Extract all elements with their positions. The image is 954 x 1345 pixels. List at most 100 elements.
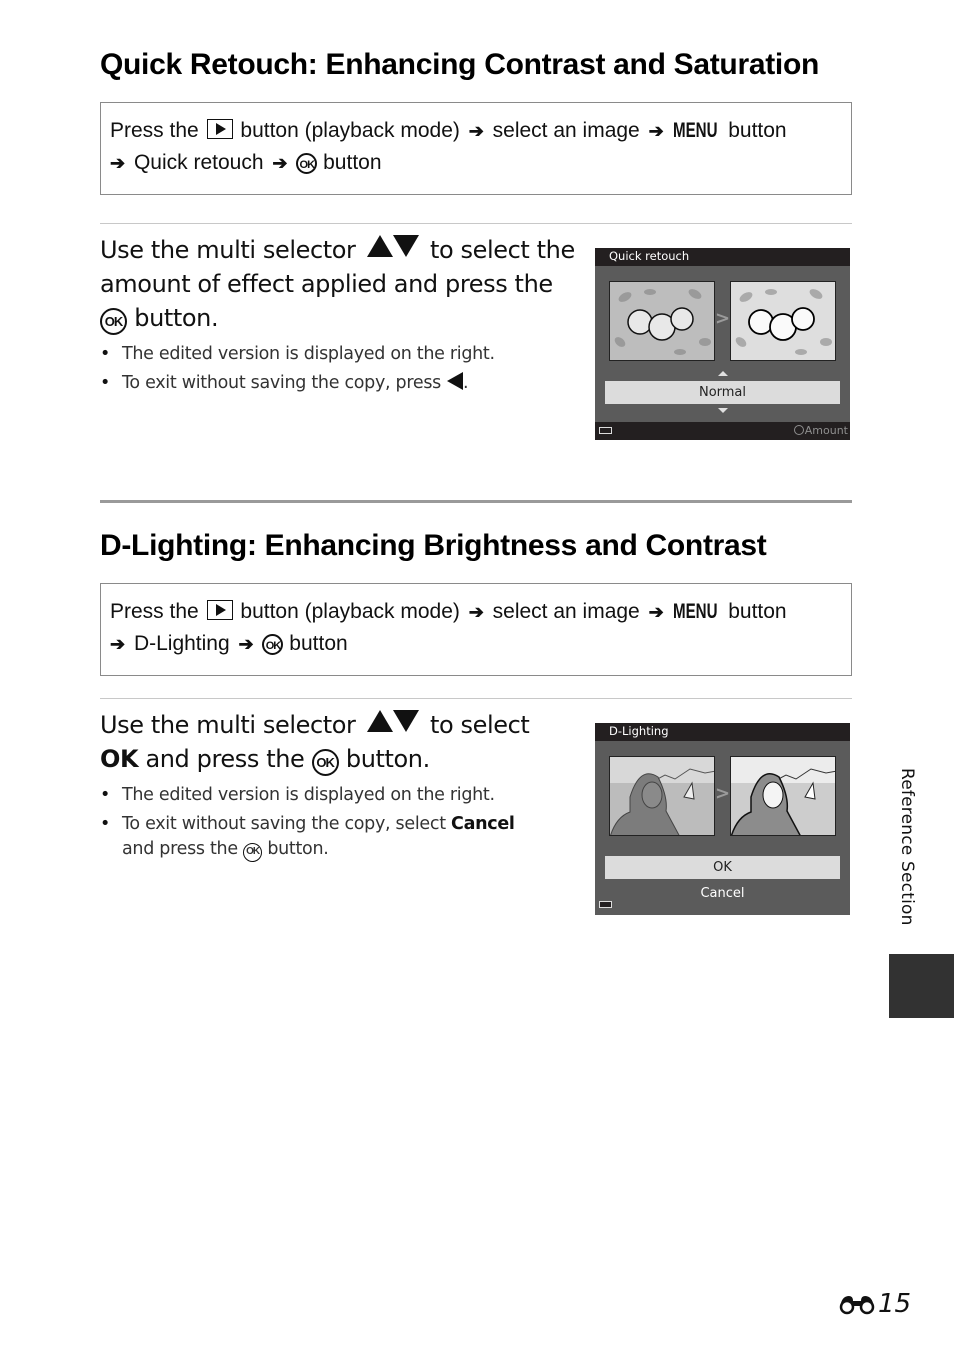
path-text: button (289, 632, 348, 655)
scroll-up-icon[interactable] (718, 371, 728, 376)
note-text: The edited version is displayed on the r… (122, 785, 495, 805)
chevron-right-icon: > (715, 308, 731, 329)
page-number-text: 15 (878, 1289, 912, 1319)
arrow-right-icon: ➔ (468, 602, 484, 622)
flowers-image (735, 289, 832, 355)
battery-icon (599, 427, 612, 434)
left-arrow-icon (446, 372, 463, 390)
ok-button-icon: OK (243, 843, 263, 862)
side-tab-marker (889, 954, 954, 1018)
bullet: • (100, 373, 111, 393)
note-text: and press the (122, 839, 238, 859)
screen-title: Quick retouch (595, 248, 850, 266)
arrow-right-icon: ➔ (110, 153, 126, 173)
arrow-right-icon: ➔ (110, 634, 126, 654)
section-title-quick-retouch: Quick Retouch: Enhancing Contrast and Sa… (100, 48, 819, 81)
cancel-option-label: Cancel (451, 814, 515, 834)
path-text: button (728, 119, 787, 142)
bullet: • (100, 785, 111, 805)
menu-path-box-quick-retouch: Press the button (playback mode) ➔ selec… (100, 102, 852, 195)
portrait-image (610, 757, 714, 835)
page-number: 15 (838, 1289, 911, 1319)
step-text: and press the (145, 745, 305, 773)
divider (100, 698, 852, 699)
original-image-thumbnail (609, 281, 715, 361)
menu-path-line-2: ➔ D-Lighting ➔ OK button (110, 628, 842, 660)
portrait-image (731, 757, 835, 835)
menu-path-box-d-lighting: Press the button (playback mode) ➔ selec… (100, 583, 852, 676)
path-menu-item: D-Lighting (133, 632, 230, 655)
path-text: select an image (492, 600, 640, 623)
ok-button-icon: OK (100, 308, 127, 335)
down-arrow-icon (392, 235, 419, 257)
list-item: • To exit without saving the copy, press. (100, 371, 570, 396)
menu-path-line-2: ➔ Quick retouch ➔ OK button (110, 147, 842, 179)
step-text: Use the multi selector (100, 236, 356, 264)
note-text: To exit without saving the copy, press (122, 373, 441, 393)
arrow-right-icon: ➔ (468, 121, 484, 141)
notes-list-quick-retouch: • The edited version is displayed on the … (100, 342, 570, 400)
ok-button-icon: OK (262, 634, 284, 655)
list-item: • To exit without saving the copy, select… (100, 812, 570, 862)
arrow-right-icon: ➔ (272, 153, 288, 173)
screen-title: D-Lighting (595, 723, 850, 741)
bullet: • (100, 344, 111, 364)
edited-image-thumbnail (730, 281, 836, 361)
divider (100, 223, 852, 224)
step-text: button. (345, 745, 430, 773)
option-normal[interactable]: Normal (605, 381, 840, 404)
note-text: The edited version is displayed on the r… (122, 344, 495, 364)
menu-path-line-1: Press the button (playback mode) ➔ selec… (110, 115, 842, 147)
original-image-thumbnail (609, 756, 715, 836)
note-text: To exit without saving the copy, select (122, 814, 446, 834)
flowers-image (614, 289, 711, 355)
down-arrow-icon (392, 710, 419, 732)
arrow-right-icon: ➔ (238, 634, 254, 654)
playback-button-icon (206, 119, 233, 139)
menu-button-icon: MENU (672, 119, 718, 142)
scroll-down-icon[interactable] (718, 408, 728, 413)
reference-binoculars-icon (839, 1296, 875, 1315)
ok-button-icon: OK (296, 153, 318, 174)
chevron-right-icon: > (715, 783, 731, 804)
path-text: button (playback mode) (240, 119, 460, 142)
list-item: • The edited version is displayed on the … (100, 783, 570, 808)
path-text: button (323, 151, 382, 174)
amount-hint: Amount (793, 423, 848, 439)
step-instruction-d-lighting: Use the multi selector to select OK and … (100, 708, 580, 776)
step-instruction-quick-retouch: Use the multi selector to select the amo… (100, 233, 580, 335)
path-text: button (728, 600, 787, 623)
ok-button-icon: OK (311, 749, 339, 776)
path-text: button (playback mode) (240, 600, 460, 623)
menu-path-line-1: Press the button (playback mode) ➔ selec… (110, 596, 842, 628)
option-ok[interactable]: OK (605, 856, 840, 879)
status-bar: Amount (595, 422, 850, 440)
step-text: button. (134, 304, 219, 332)
section-title-d-lighting: D-Lighting: Enhancing Brightness and Con… (100, 529, 767, 562)
camera-screen-d-lighting: D-Lighting > OK Cancel (595, 723, 850, 915)
list-item: • The edited version is displayed on the … (100, 342, 570, 367)
battery-icon (599, 901, 612, 908)
notes-list-d-lighting: • The edited version is displayed on the … (100, 783, 570, 866)
side-tab-label: Reference Section (897, 768, 917, 926)
option-cancel[interactable]: Cancel (605, 882, 840, 905)
path-text: select an image (492, 119, 640, 142)
up-arrow-icon (366, 710, 393, 732)
note-text: button. (267, 839, 329, 859)
step-text: to select (429, 711, 530, 739)
up-arrow-icon (366, 235, 393, 257)
bullet: • (100, 814, 111, 834)
path-text: Press the (110, 119, 199, 142)
section-divider (100, 500, 852, 503)
hint-text: Amount (804, 424, 848, 437)
menu-button-icon: MENU (672, 600, 718, 623)
playback-button-icon (206, 600, 233, 620)
ok-option-label: OK (100, 745, 139, 773)
path-text: Press the (110, 600, 199, 623)
multi-selector-icon (793, 425, 804, 435)
path-menu-item: Quick retouch (133, 151, 264, 174)
edited-image-thumbnail (730, 756, 836, 836)
arrow-right-icon: ➔ (648, 602, 664, 622)
step-text: Use the multi selector (100, 711, 356, 739)
camera-screen-quick-retouch: Quick retouch > Normal Amount (595, 248, 850, 440)
